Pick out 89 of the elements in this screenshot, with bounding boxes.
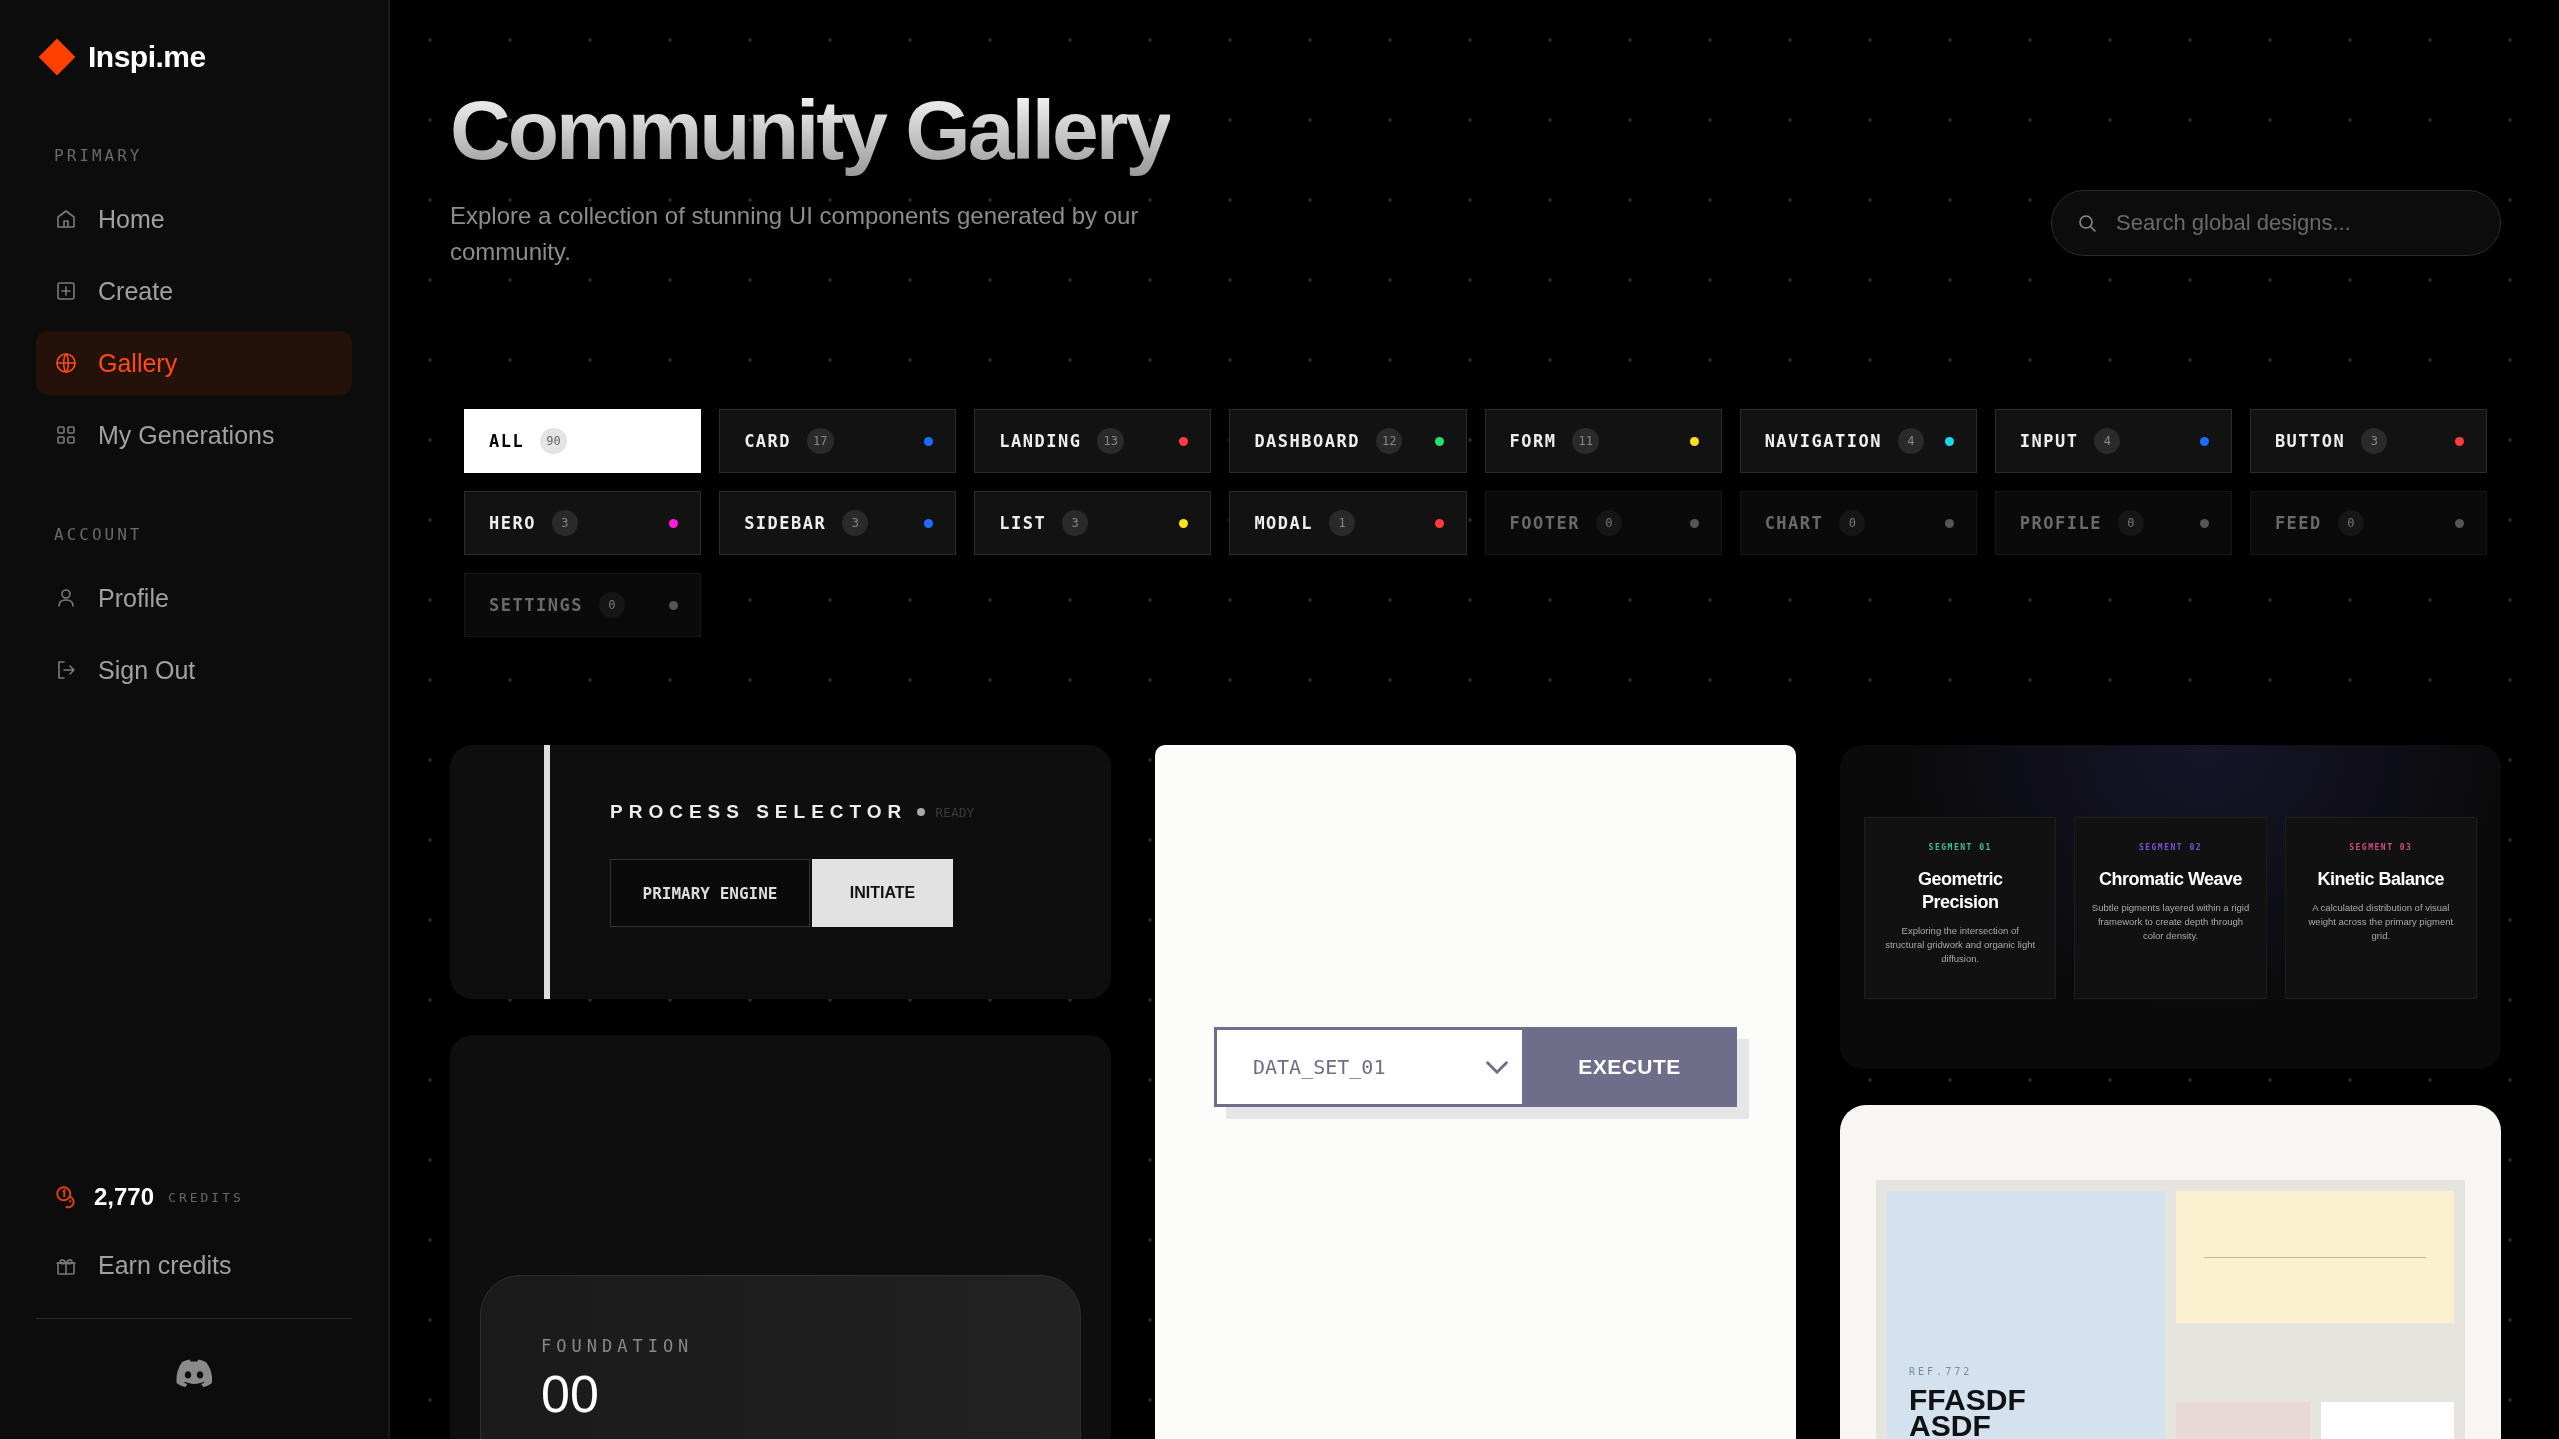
filter-chip[interactable]: NAVIGATION 4 <box>1739 409 1977 474</box>
nav-item[interactable]: Gallery <box>36 331 352 395</box>
segment-label: SEGMENT 01 <box>1928 843 1992 853</box>
filter-chip[interactable]: ALL 90 <box>464 409 702 474</box>
filter-label: FEED <box>2274 513 2322 534</box>
filter-label: NAVIGATION <box>1764 431 1882 452</box>
option-button[interactable]: PRIMARY ENGINE <box>610 859 810 928</box>
filter-label: SETTINGS <box>489 595 583 616</box>
filter-label: PROFILE <box>2019 513 2102 534</box>
filter-label: INPUT <box>2019 431 2079 452</box>
home-icon <box>54 207 78 231</box>
filter-count: 90 <box>540 428 567 455</box>
big-number: 00 <box>541 1368 600 1421</box>
filter-label: FOOTER <box>1509 513 1580 534</box>
nav-item[interactable]: My Generations <box>36 403 352 467</box>
credits-amount: 2,770 <box>94 1183 155 1211</box>
filter-count: 0 <box>598 592 625 619</box>
filter-label: BUTTON <box>2274 431 2346 452</box>
poster-headline: FFASDF ASDF <box>1909 1387 2027 1439</box>
gallery-card[interactable]: REF.772 FFASDF ASDF <box>1840 1105 2501 1439</box>
filter-count: 0 <box>2337 510 2364 537</box>
section-title: ACCOUNT <box>53 525 144 544</box>
filter-count: 4 <box>1898 428 1924 455</box>
segment-text: Exploring the intersection of structural gridwork and organic light diffusion. <box>1884 924 2037 967</box>
grid-icon <box>54 423 78 447</box>
segment-title: Kinetic Balance <box>2317 868 2445 892</box>
filter-label: CHART <box>1764 513 1824 534</box>
execute-button[interactable]: EXECUTE <box>1522 1027 1737 1108</box>
filter-count: 0 <box>1839 510 1866 537</box>
section-title: PRIMARY <box>53 146 144 165</box>
initiate-button[interactable]: INITIATE <box>812 859 953 928</box>
card-title: PROCESS SELECTOR <box>610 801 908 824</box>
filter-count: 3 <box>1062 510 1089 537</box>
status-dot-icon <box>917 808 926 817</box>
nav-item[interactable]: Profile <box>36 566 352 630</box>
filter-count: 13 <box>1097 428 1124 455</box>
filter-label: HERO <box>489 513 536 534</box>
filter-count: 0 <box>1595 510 1622 537</box>
filter-chip[interactable]: MODAL 1 <box>1229 491 1467 556</box>
filter-count: 3 <box>2361 428 2388 455</box>
filter-chip[interactable]: HERO 3 <box>464 491 702 556</box>
card-label: FOUNDATION <box>541 1336 695 1357</box>
filter-chip[interactable]: INPUT 4 <box>1994 409 2232 474</box>
filter-label: ALL <box>489 431 525 452</box>
segment-label: SEGMENT 02 <box>2138 843 2203 853</box>
search-field[interactable]: Search global designs... <box>2051 190 2501 257</box>
segment-text: A calculated distribution of visual weight across the primary pigment grid. <box>2307 901 2455 944</box>
segment-title: Geometric Precision <box>1916 868 2004 915</box>
earn-credits-link[interactable]: Earn credits <box>36 1251 352 1280</box>
ref-label: REF.772 <box>1909 1366 1974 1378</box>
segment-text: Subtle pigments layered within a rigid framework to create depth through color density. <box>2091 901 2250 944</box>
filter-label: LIST <box>999 513 1047 534</box>
filter-chip[interactable]: FORM 11 <box>1484 409 1722 474</box>
filter-count: 3 <box>842 510 869 537</box>
credits-unit: CREDITS <box>168 1189 244 1205</box>
filter-chip[interactable]: DASHBOARD 12 <box>1229 409 1467 474</box>
nav-item[interactable]: Sign Out <box>36 638 352 702</box>
filter-chip[interactable]: SIDEBAR 3 <box>719 491 957 556</box>
filter-count: 11 <box>1572 428 1599 455</box>
gallery-card[interactable]: DATA_SET_01 EXECUTE <box>1154 745 1797 1439</box>
filter-chip[interactable]: BUTTON 3 <box>2249 409 2487 474</box>
filter-count: 0 <box>2117 510 2144 537</box>
plus-square-icon <box>54 279 78 303</box>
discord-icon[interactable] <box>176 1359 212 1387</box>
dataset-dropdown[interactable]: DATA_SET_01 <box>1214 1027 1522 1108</box>
filter-label: FORM <box>1509 431 1557 452</box>
filter-label: CARD <box>744 431 792 452</box>
filter-count: 17 <box>807 428 834 455</box>
filter-count: 12 <box>1376 428 1403 455</box>
filter-label: LANDING <box>999 431 1082 452</box>
chevron-down-icon <box>1486 1060 1508 1074</box>
gallery-card[interactable] <box>1840 745 2501 1070</box>
filter-label: MODAL <box>1254 513 1314 534</box>
filter-chip[interactable]: LANDING 13 <box>974 409 1212 474</box>
nav-item[interactable]: Create <box>36 259 352 323</box>
filter-count: 3 <box>551 510 578 537</box>
filter-chip[interactable]: LIST 3 <box>974 491 1212 556</box>
filter-label: SIDEBAR <box>744 513 827 534</box>
filter-chip[interactable]: CARD 17 <box>719 409 957 474</box>
page-subtitle: Explore a collection of stunning UI components generated by our community. <box>450 201 1140 268</box>
gallery-card[interactable]: FOUNDATION 00 <box>450 1035 1111 1439</box>
segment-title: Chromatic Weave <box>2098 868 2243 892</box>
filter-label: DASHBOARD <box>1254 431 1360 452</box>
filter-count: 4 <box>2094 428 2121 455</box>
filter-count: 1 <box>1329 510 1356 537</box>
globe-icon <box>54 351 78 375</box>
segment-label: SEGMENT 03 <box>2349 843 2413 853</box>
brand-name: Inspi.me <box>88 40 206 74</box>
nav-item[interactable]: Home <box>36 187 352 251</box>
